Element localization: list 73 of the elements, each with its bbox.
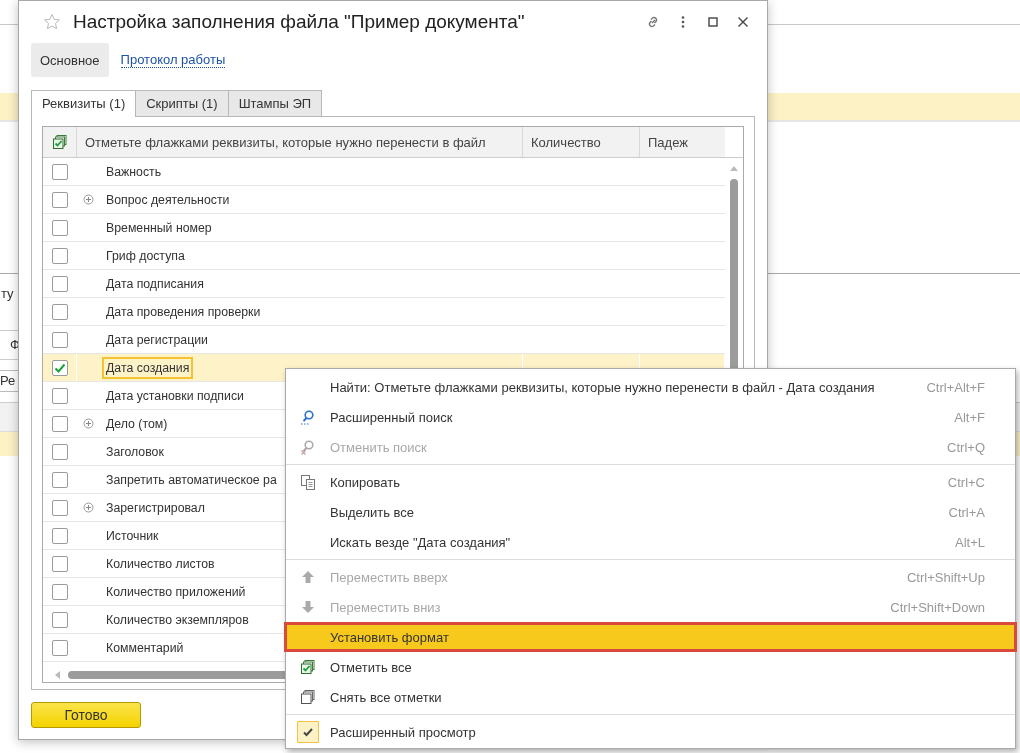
- check-all-icon: [300, 659, 316, 675]
- maximize-icon: [705, 14, 721, 30]
- search-icon: [300, 409, 316, 425]
- check-all-icon: [51, 134, 68, 150]
- table-cell-text: Количество экземпляров: [105, 611, 250, 629]
- table-cell-text: Количество приложений: [105, 583, 247, 601]
- table-cell-text: Важность: [105, 163, 163, 181]
- menu-item[interactable]: Расширенный просмотр: [286, 717, 1015, 747]
- table-cell-text: Дата проведения проверки: [105, 303, 262, 321]
- down-arrow-icon: [300, 599, 316, 615]
- checkbox[interactable]: [51, 639, 68, 656]
- up-arrow-icon: [300, 569, 316, 585]
- table-row[interactable]: Вопрос деятельности: [43, 186, 725, 214]
- menu-item[interactable]: Снять все отметки: [286, 682, 1015, 712]
- column-header[interactable]: Количество: [523, 127, 640, 157]
- checkbox[interactable]: [51, 443, 68, 460]
- table-row[interactable]: Временный номер: [43, 214, 725, 242]
- column-header[interactable]: Падеж: [640, 127, 725, 157]
- table-row[interactable]: Гриф доступа: [43, 242, 725, 270]
- column-header[interactable]: Отметьте флажками реквизиты, которые нужно перенести в файл: [77, 127, 523, 157]
- checkbox[interactable]: [51, 247, 68, 264]
- window-title: Настройка заполнения файла "Пример документа": [73, 11, 525, 33]
- table-cell-text: Дата подписания: [105, 275, 205, 293]
- table-cell-text: Дата установки подписи: [105, 387, 245, 405]
- section-link[interactable]: Протокол работы: [120, 52, 226, 68]
- menu-item[interactable]: Установить формат: [284, 622, 1017, 652]
- checkbox[interactable]: [51, 471, 68, 488]
- scroll-left-icon: [55, 671, 60, 679]
- table-row[interactable]: Важность: [43, 158, 725, 186]
- checkbox[interactable]: [51, 499, 68, 516]
- tab[interactable]: Реквизиты (1): [31, 90, 137, 117]
- checkbox[interactable]: [51, 275, 68, 292]
- tab[interactable]: Скрипты (1): [135, 90, 229, 116]
- checkbox[interactable]: [51, 583, 68, 600]
- checkbox[interactable]: [51, 331, 68, 348]
- section-button[interactable]: Основное: [31, 43, 109, 77]
- table-cell-text: Вопрос деятельности: [105, 191, 231, 209]
- table-cell-text: Заголовок: [105, 443, 165, 461]
- tab[interactable]: Штампы ЭП: [227, 90, 323, 116]
- table-cell-text: Источник: [105, 527, 160, 545]
- table-cell-text: Запретить автоматическое ра: [105, 471, 278, 489]
- cancel-search-icon: [300, 439, 316, 455]
- table-cell-text: Гриф доступа: [105, 247, 186, 265]
- checkbox[interactable]: [51, 191, 68, 208]
- checkbox[interactable]: [51, 303, 68, 320]
- menu-item[interactable]: Расширенный поиск Alt+F: [286, 402, 1015, 432]
- table-cell: Дата создания: [102, 356, 194, 379]
- checkbox[interactable]: [51, 527, 68, 544]
- uncheck-all-icon: [300, 689, 316, 705]
- checkbox[interactable]: [51, 555, 68, 572]
- menu-item[interactable]: Отметить все: [286, 652, 1015, 682]
- checkbox[interactable]: [51, 219, 68, 236]
- table-row[interactable]: Дата проведения проверки: [43, 298, 725, 326]
- table-cell-text: Зарегистрировал: [105, 499, 206, 517]
- table-cell-text: Дело (том): [105, 415, 169, 433]
- menu-item[interactable]: Копировать Ctrl+C: [286, 467, 1015, 497]
- label-text: ту: [1, 286, 14, 302]
- copy-icon: [300, 474, 316, 490]
- table-cell-text: Дата регистрации: [105, 331, 209, 349]
- table-cell-text: Временный номер: [105, 219, 213, 237]
- table-cell-text: Комментарий: [105, 639, 185, 657]
- done-button[interactable]: Готово: [31, 702, 141, 728]
- checkbox[interactable]: [51, 415, 68, 432]
- checkbox[interactable]: [51, 611, 68, 628]
- menu-item[interactable]: Выделить все Ctrl+A: [286, 497, 1015, 527]
- scroll-up-icon: [730, 166, 738, 171]
- checkbox[interactable]: [51, 163, 68, 180]
- table-row[interactable]: Дата подписания: [43, 270, 725, 298]
- menu-item[interactable]: Искать везде "Дата создания" Alt+L: [286, 527, 1015, 557]
- checkbox[interactable]: [51, 359, 68, 376]
- table-cell-text: Количество листов: [105, 555, 216, 573]
- checkbox[interactable]: [51, 387, 68, 404]
- menu-item[interactable]: Найти: Отметьте флажками реквизиты, которые нужно перенести в файл - Дата создания Ctrl+Alt+F: [286, 372, 1015, 402]
